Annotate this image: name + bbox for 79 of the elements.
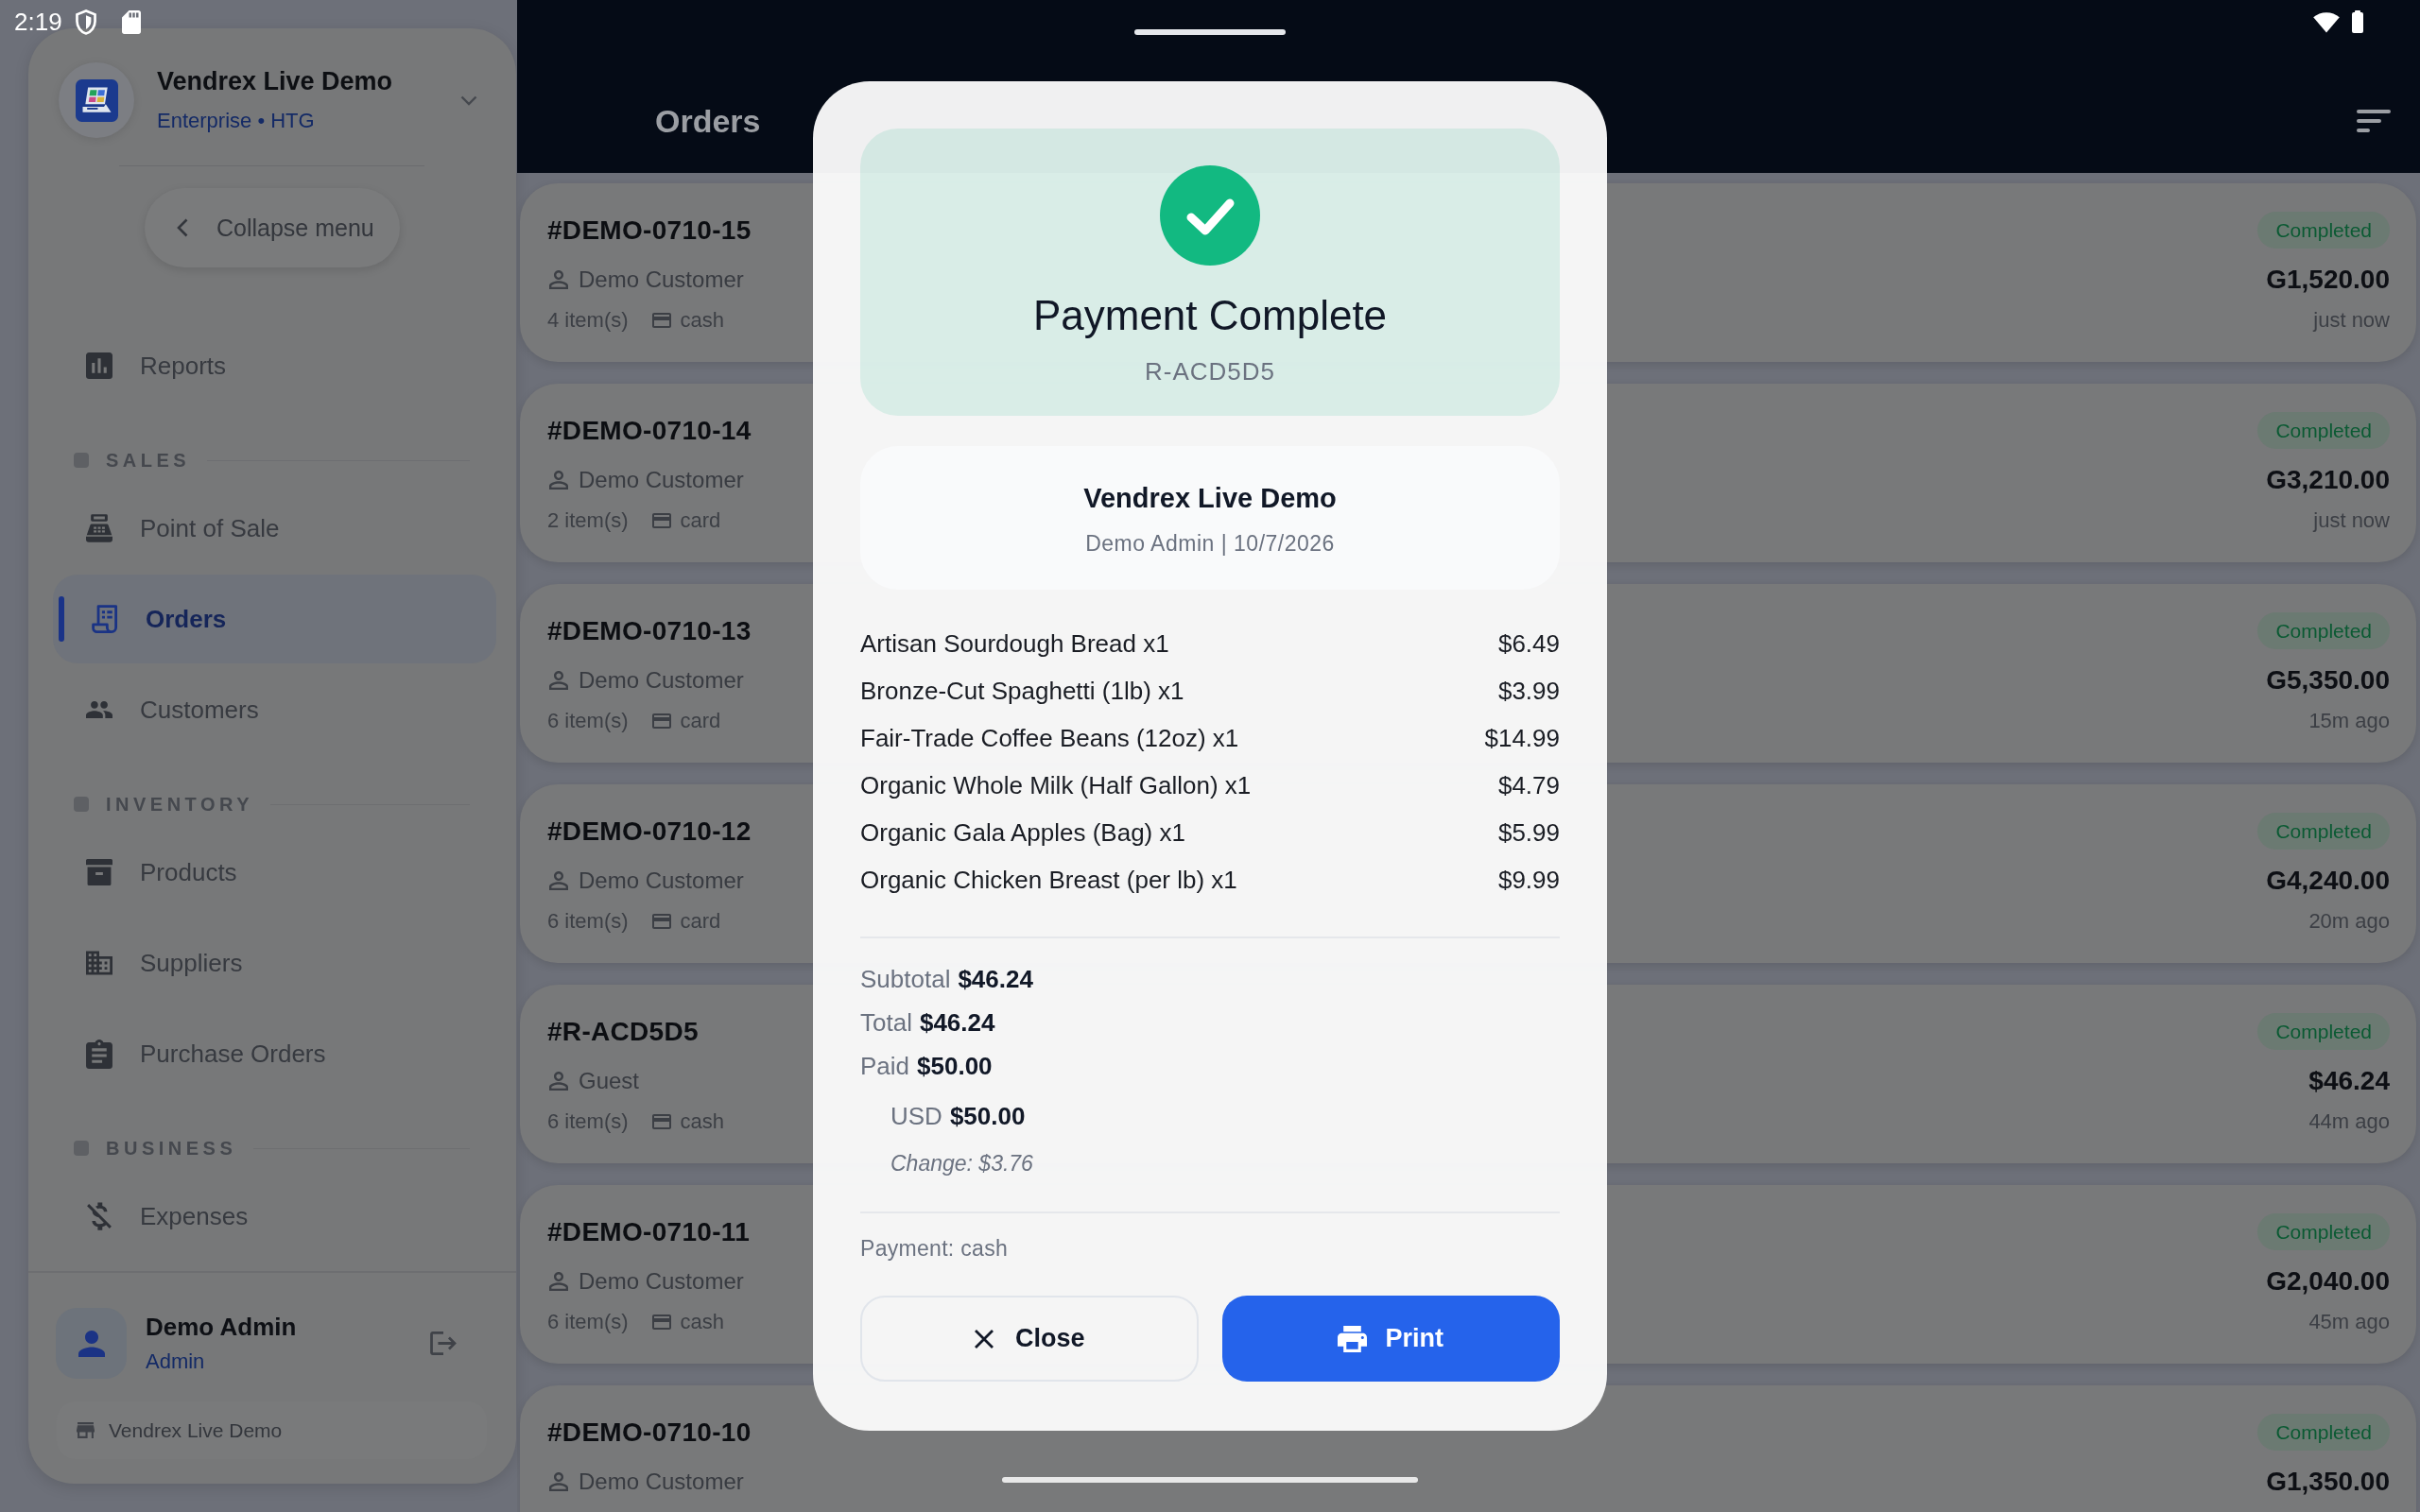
line-item-name: Organic Chicken Breast (per lb) x1 xyxy=(860,865,1237,895)
order-time: just now xyxy=(2313,507,2390,534)
customer-name: Demo Customer xyxy=(579,1267,744,1296)
payment-method: card xyxy=(680,507,721,534)
order-number: #DEMO-0710-15 xyxy=(547,215,752,247)
customer-name: Demo Customer xyxy=(579,1468,744,1496)
total-value: $50.00 xyxy=(917,1051,993,1081)
dialog-title: Payment Complete xyxy=(1032,291,1388,340)
line-item-name: Artisan Sourdough Bread x1 xyxy=(860,628,1169,659)
order-total: G1,520.00 xyxy=(2266,264,2390,296)
payment-method: card xyxy=(680,908,721,935)
order-time: 44m ago xyxy=(2308,1108,2390,1135)
order-total: $46.24 xyxy=(2308,1065,2390,1097)
order-number: #DEMO-0710-12 xyxy=(547,816,752,848)
line-item-price: $4.79 xyxy=(1497,770,1560,800)
order-time: just now xyxy=(2313,307,2390,334)
tender-amount: $50.00 xyxy=(949,1101,1026,1131)
cashier-date: Demo Admin | 10/7/2026 xyxy=(1085,530,1335,558)
order-number: #DEMO-0710-13 xyxy=(547,615,752,647)
item-count: 6 item(s) xyxy=(547,1309,629,1335)
payment-method: cash xyxy=(680,1309,725,1335)
line-item-name: Organic Gala Apples (Bag) x1 xyxy=(860,817,1185,848)
line-item-price: $14.99 xyxy=(1484,723,1560,753)
line-item-name: Bronze-Cut Spaghetti (1lb) x1 xyxy=(860,676,1184,706)
change-amount: Change: $3.76 xyxy=(890,1150,1033,1177)
status-badge: Completed xyxy=(2257,212,2390,249)
line-item-name: Fair-Trade Coffee Beans (12oz) x1 xyxy=(860,723,1239,753)
user-name: Demo Admin xyxy=(146,1311,297,1342)
receipt-store-name: Vendrex Live Demo xyxy=(1083,482,1337,515)
page-title: Orders xyxy=(655,102,761,140)
status-badge: Completed xyxy=(2257,1213,2390,1250)
order-time: 45m ago xyxy=(2308,1309,2390,1335)
total-label: Subtotal xyxy=(860,964,951,994)
order-time: 15m ago xyxy=(2308,708,2390,734)
status-time: 2:19 xyxy=(14,7,62,37)
order-total: G1,350.00 xyxy=(2266,1466,2390,1498)
status-badge: Completed xyxy=(2257,813,2390,850)
item-count: 6 item(s) xyxy=(547,1108,629,1135)
order-number: #DEMO-0710-10 xyxy=(547,1417,752,1449)
total-label: Paid xyxy=(860,1051,910,1081)
customer-name: Demo Customer xyxy=(579,266,744,294)
total-label: Total xyxy=(860,1007,912,1038)
order-number: #DEMO-0710-11 xyxy=(547,1216,750,1248)
plan-label: Enterprise • HTG xyxy=(157,108,315,134)
item-count: 6 item(s) xyxy=(547,908,629,935)
line-item-price: $3.99 xyxy=(1497,676,1560,706)
order-total: G3,210.00 xyxy=(2266,464,2390,496)
customer-name: Guest xyxy=(579,1067,640,1095)
line-item-price: $9.99 xyxy=(1497,865,1560,895)
item-count: 6 item(s) xyxy=(547,708,629,734)
item-count: 4 item(s) xyxy=(547,307,629,334)
customer-name: Demo Customer xyxy=(579,867,744,895)
line-item-price: $5.99 xyxy=(1497,817,1560,848)
payment-method-text: Payment: cash xyxy=(860,1235,1009,1263)
footer-store-name: Vendrex Live Demo xyxy=(109,1418,283,1442)
user-role: Admin xyxy=(146,1348,205,1375)
payment-method: card xyxy=(680,708,721,734)
status-badge: Completed xyxy=(2257,1414,2390,1451)
order-total: G4,240.00 xyxy=(2266,865,2390,897)
status-badge: Completed xyxy=(2257,1013,2390,1050)
store-name: Vendrex Live Demo xyxy=(157,66,393,97)
line-item-price: $6.49 xyxy=(1497,628,1560,659)
order-total: G2,040.00 xyxy=(2266,1265,2390,1297)
order-total: G5,350.00 xyxy=(2266,664,2390,696)
status-badge: Completed xyxy=(2257,612,2390,649)
customer-name: Demo Customer xyxy=(579,466,744,494)
total-value: $46.24 xyxy=(919,1007,995,1038)
line-item-name: Organic Whole Milk (Half Gallon) x1 xyxy=(860,770,1252,800)
payment-method: cash xyxy=(680,1108,725,1135)
item-count: 2 item(s) xyxy=(547,507,629,534)
customer-name: Demo Customer xyxy=(579,666,744,695)
order-number: #R-ACD5D5 xyxy=(547,1016,699,1048)
order-time: 20m ago xyxy=(2308,908,2390,935)
order-number: #DEMO-0710-14 xyxy=(547,415,752,447)
payment-method: cash xyxy=(680,307,725,334)
tender-currency: USD xyxy=(890,1101,942,1131)
total-value: $46.24 xyxy=(958,964,1033,994)
receipt-number: R-ACD5D5 xyxy=(1145,356,1275,387)
status-badge: Completed xyxy=(2257,412,2390,449)
